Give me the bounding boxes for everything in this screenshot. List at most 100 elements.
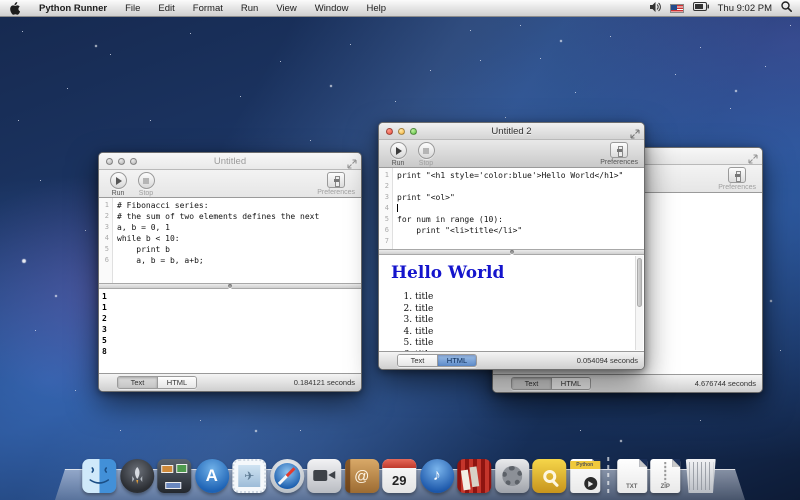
dock-mail-icon[interactable]: ✈ [232, 459, 266, 493]
menu-run[interactable]: Run [232, 0, 267, 16]
list-item: title [415, 327, 632, 339]
run-button[interactable]: Run [385, 142, 411, 167]
input-language-flag-icon[interactable] [670, 4, 684, 13]
close-icon[interactable] [386, 128, 393, 135]
menu-window[interactable]: Window [306, 0, 358, 16]
resize-arrows-icon[interactable] [748, 151, 758, 161]
volume-icon[interactable] [650, 2, 661, 15]
front-window-footer: Text HTML 0.054094 seconds [379, 351, 644, 369]
menu-view[interactable]: View [267, 0, 305, 16]
app-store-glyph: A [195, 459, 229, 493]
stop-icon [138, 172, 155, 189]
front-window-toolbar: Run Stop Preferences [379, 140, 644, 168]
left-window-footer: Text HTML 0.184121 seconds [99, 373, 361, 391]
zoom-icon[interactable] [410, 128, 417, 135]
menu-edit[interactable]: Edit [149, 0, 183, 16]
stop-button[interactable]: Stop [133, 172, 159, 197]
code-editor[interactable]: 1print "<h1 style='color:blue'>Hello Wor… [379, 168, 644, 249]
dock-search-utility-icon[interactable] [532, 459, 566, 493]
output-mode-segmented-control: Text HTML [397, 354, 477, 367]
window-untitled: Untitled Run Stop Preferences 1# Fibonac… [98, 152, 362, 392]
dock-address-book-icon[interactable]: @ [345, 459, 379, 493]
line-number: 4 [99, 233, 112, 244]
output-mode-segmented-control: Text HTML [117, 376, 197, 389]
front-window-title-bar[interactable]: Untitled 2 [379, 123, 644, 140]
dock-system-preferences-icon[interactable] [495, 459, 529, 493]
run-label: Run [112, 190, 125, 197]
window-title: Untitled [99, 156, 361, 167]
menu-file[interactable]: File [116, 0, 149, 16]
stop-button[interactable]: Stop [413, 142, 439, 167]
line-number: 3 [379, 192, 392, 203]
text-tab[interactable]: Text [398, 355, 437, 366]
text-output: 1 1 2 3 5 8 [99, 289, 361, 374]
line-number: 1 [99, 200, 112, 211]
dock-zip-file-icon[interactable]: ZIP [650, 459, 680, 493]
preferences-button[interactable]: Preferences [600, 142, 638, 166]
dock-trash-icon[interactable] [684, 459, 718, 493]
html-tab[interactable]: HTML [157, 377, 196, 388]
list-item: title [415, 315, 632, 327]
code-line [392, 181, 397, 192]
preferences-label: Preferences [718, 184, 756, 191]
menu-format[interactable]: Format [184, 0, 232, 16]
window-untitled-2: Untitled 2 Run Stop Preferences 1print "… [378, 122, 645, 370]
code-line: while b < 10: [112, 233, 180, 244]
scrollbar-thumb[interactable] [637, 258, 642, 307]
back-window-footer: Text HTML 4.676744 seconds [493, 374, 762, 392]
line-number: 6 [379, 225, 392, 236]
text-tab[interactable]: Text [512, 378, 551, 389]
preferences-icon [610, 142, 628, 158]
dock-mission-control-icon[interactable] [157, 459, 191, 493]
minimize-icon[interactable] [118, 158, 125, 165]
python-label: Python [570, 461, 600, 469]
code-line [392, 203, 398, 214]
preferences-button[interactable]: Preferences [718, 167, 756, 191]
html-tab[interactable]: HTML [437, 355, 476, 366]
left-window-title-bar[interactable]: Untitled [99, 153, 361, 170]
html-tab[interactable]: HTML [551, 378, 590, 389]
dock-ical-icon[interactable]: 29 [382, 459, 416, 493]
dock-finder-icon[interactable] [82, 459, 116, 493]
dock-launchpad-icon[interactable] [120, 459, 154, 493]
battery-icon[interactable] [693, 2, 709, 14]
preferences-button[interactable]: Preferences [317, 172, 355, 196]
code-line: print b [112, 244, 170, 255]
menu-help[interactable]: Help [358, 0, 396, 16]
text-tab[interactable]: Text [118, 377, 157, 388]
traffic-lights [106, 158, 137, 165]
apple-menu-icon[interactable] [9, 2, 20, 15]
resize-arrows-icon[interactable] [630, 126, 640, 136]
code-editor[interactable]: 1# Fibonacci series: 2# the sum of two e… [99, 198, 361, 283]
line-number: 4 [379, 203, 392, 214]
pane-splitter[interactable] [99, 283, 361, 289]
stamp-bird-glyph: ✈ [238, 465, 260, 487]
zoom-icon[interactable] [130, 158, 137, 165]
dock-txt-file-icon[interactable]: TXT [617, 459, 647, 493]
minimize-icon[interactable] [398, 128, 405, 135]
menu-clock[interactable]: Thu 9:02 PM [718, 3, 772, 14]
preferences-label: Preferences [317, 189, 355, 196]
line-number: 3 [99, 222, 112, 233]
line-number: 7 [379, 236, 392, 247]
close-icon[interactable] [106, 158, 113, 165]
line-number: 6 [99, 255, 112, 266]
code-line: for num in range (10): [392, 214, 503, 225]
left-window-toolbar: Run Stop Preferences [99, 170, 361, 198]
dock-itunes-icon[interactable]: ♪ [420, 459, 454, 493]
list-item: title [415, 292, 632, 304]
dock-safari-icon[interactable] [270, 459, 304, 493]
spotlight-icon[interactable] [781, 1, 792, 15]
dock-app-store-icon[interactable]: A [195, 459, 229, 493]
preferences-icon [327, 172, 345, 188]
menu-app-name[interactable]: Python Runner [30, 0, 116, 16]
run-button[interactable]: Run [105, 172, 131, 197]
dock-photo-booth-icon[interactable] [457, 459, 491, 493]
run-label: Run [392, 160, 405, 167]
resize-arrows-icon[interactable] [347, 156, 357, 166]
dock-python-runner-icon[interactable]: Python [570, 459, 600, 493]
dock-facetime-icon[interactable] [307, 459, 341, 493]
magnifier-icon [543, 470, 556, 483]
scrollbar-track[interactable] [635, 256, 643, 350]
dock-separator [607, 457, 609, 493]
